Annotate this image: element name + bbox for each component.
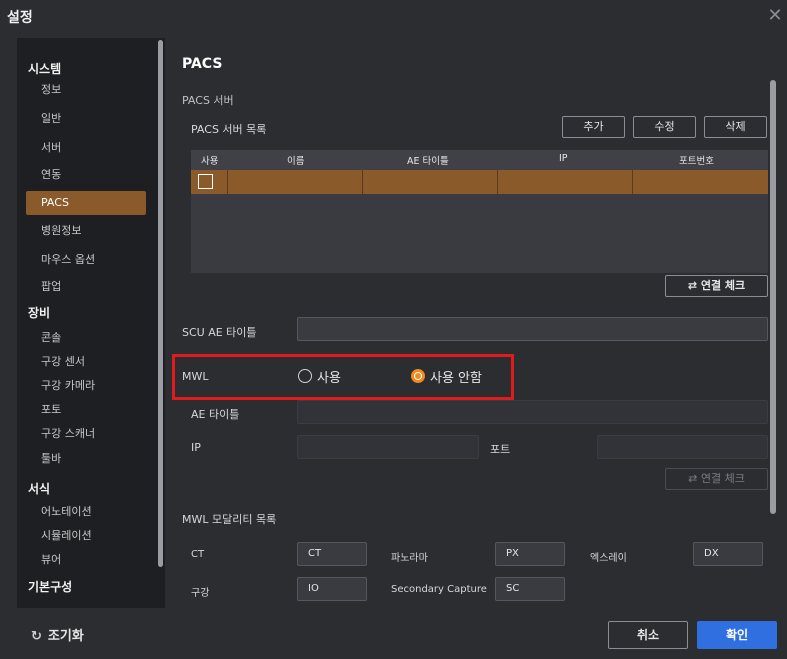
modality-name: 구강 <box>191 588 210 599</box>
column-header-ip: IP <box>559 153 568 164</box>
modality-code-input[interactable]: CT <box>297 542 367 566</box>
sidebar-item-general[interactable]: 일반 <box>26 107 146 131</box>
pacs-server-list-label: PACS 서버 목록 <box>191 123 267 136</box>
delete-server-button[interactable]: 삭제 <box>704 116 767 138</box>
sidebar-item-info[interactable]: 정보 <box>26 78 146 102</box>
sidebar-item-simulation[interactable]: 시뮬레이션 <box>26 524 146 548</box>
cancel-button[interactable]: 취소 <box>608 621 688 649</box>
modality-name: CT <box>191 549 205 560</box>
mwl-not-use-label[interactable]: 사용 안함 <box>430 367 482 386</box>
mwl-use-radio[interactable] <box>298 369 312 383</box>
modality-code-input[interactable]: SC <box>495 577 565 601</box>
column-header-port: 포트번호 <box>679 156 714 167</box>
mwl-port-label: 포트 <box>490 443 511 456</box>
sidebar-item-hospital-info[interactable]: 병원정보 <box>26 219 146 243</box>
mwl-modality-list-label: MWL 모달리티 목록 <box>182 513 277 526</box>
column-header-ae-title: AE 타이틀 <box>407 156 449 167</box>
connection-check-button[interactable]: ⇄ 연결 체크 <box>665 275 768 297</box>
ok-button[interactable]: 확인 <box>697 621 777 649</box>
sidebar-item-intraoral-scanner[interactable]: 구강 스캐너 <box>26 422 146 446</box>
close-icon[interactable]: ✕ <box>765 6 785 26</box>
link-arrows-icon: ⇄ <box>688 472 701 485</box>
cell-divider <box>497 170 498 194</box>
sidebar-item-intraoral-sensor[interactable]: 구강 센서 <box>26 350 146 374</box>
page-title: PACS <box>182 56 223 72</box>
sidebar-group-devices: 장비 <box>28 306 51 320</box>
mwl-connection-check-button[interactable]: ⇄ 연결 체크 <box>665 468 768 490</box>
connection-check-label: 연결 체크 <box>700 279 746 292</box>
table-row[interactable] <box>191 170 768 194</box>
mwl-ae-title-label: AE 타이틀 <box>191 408 240 421</box>
link-arrows-icon: ⇄ <box>687 279 701 292</box>
scu-ae-title-input[interactable] <box>297 317 768 341</box>
sidebar-item-pacs[interactable]: PACS <box>26 191 146 215</box>
content-scrollbar[interactable] <box>770 80 776 514</box>
sidebar-item-viewer[interactable]: 뷰어 <box>26 548 146 572</box>
mwl-use-label[interactable]: 사용 <box>317 367 341 386</box>
sidebar-group-system: 시스템 <box>28 62 62 76</box>
sidebar-item-photo[interactable]: 포토 <box>26 398 146 422</box>
mwl-ip-input[interactable] <box>297 435 479 459</box>
mwl-ip-label: IP <box>191 441 201 454</box>
sidebar-item-mouse-options[interactable]: 마우스 옵션 <box>26 248 146 272</box>
sidebar-item-popup[interactable]: 팝업 <box>26 275 146 299</box>
title-bar: 설정 ✕ <box>0 0 787 34</box>
sidebar-item-annotation[interactable]: 어노테이션 <box>26 500 146 524</box>
cell-divider <box>227 170 228 194</box>
reset-button[interactable]: ↻ 조기화 <box>31 625 84 644</box>
settings-content: PACS PACS 서버 PACS 서버 목록 추가 수정 삭제 사용 이름 A… <box>165 38 780 608</box>
modality-name: 엑스레이 <box>590 553 627 564</box>
mwl-ae-title-input[interactable] <box>297 400 768 424</box>
sidebar-item-intraoral-camera[interactable]: 구강 카메라 <box>26 374 146 398</box>
column-header-name: 이름 <box>287 156 305 167</box>
modality-name: 파노라마 <box>391 553 428 564</box>
modality-code-input[interactable]: DX <box>693 542 763 566</box>
table-header: 사용 이름 AE 타이틀 IP 포트번호 <box>191 150 768 170</box>
pacs-server-table: 사용 이름 AE 타이틀 IP 포트번호 <box>191 150 768 273</box>
modality-code-input[interactable]: PX <box>495 542 565 566</box>
edit-server-button[interactable]: 수정 <box>633 116 696 138</box>
reset-label: 조기화 <box>47 629 84 644</box>
sidebar-item-link[interactable]: 연동 <box>26 163 146 187</box>
mwl-label: MWL <box>182 370 209 383</box>
cell-divider <box>362 170 363 194</box>
refresh-icon: ↻ <box>31 629 42 644</box>
cell-divider <box>632 170 633 194</box>
modality-name: Secondary Capture <box>391 584 487 595</box>
column-header-use: 사용 <box>201 156 219 167</box>
pacs-server-section-label: PACS 서버 <box>182 94 234 107</box>
settings-sidebar: 시스템 정보 일반 서버 연동 PACS 병원정보 마우스 옵션 팝업 장비 콘… <box>17 38 165 608</box>
sidebar-item-console[interactable]: 콘솔 <box>26 326 146 350</box>
modality-code-input[interactable]: IO <box>297 577 367 601</box>
window-title: 설정 <box>7 10 33 26</box>
sidebar-group-format: 서식 <box>28 482 51 496</box>
mwl-connection-check-label: 연결 체크 <box>700 472 745 485</box>
mwl-not-use-radio[interactable] <box>411 369 425 383</box>
dialog-footer: ↻ 조기화 취소 확인 <box>0 608 787 659</box>
add-server-button[interactable]: 추가 <box>562 116 625 138</box>
mwl-port-input[interactable] <box>597 435 768 459</box>
scu-ae-title-label: SCU AE 타이틀 <box>182 326 257 339</box>
sidebar-group-basic-config: 기본구성 <box>28 580 73 594</box>
sidebar-scrollbar[interactable] <box>158 40 163 567</box>
sidebar-item-server[interactable]: 서버 <box>26 136 146 160</box>
sidebar-item-toolbar[interactable]: 툴바 <box>26 447 146 471</box>
use-checkbox[interactable] <box>198 174 213 189</box>
